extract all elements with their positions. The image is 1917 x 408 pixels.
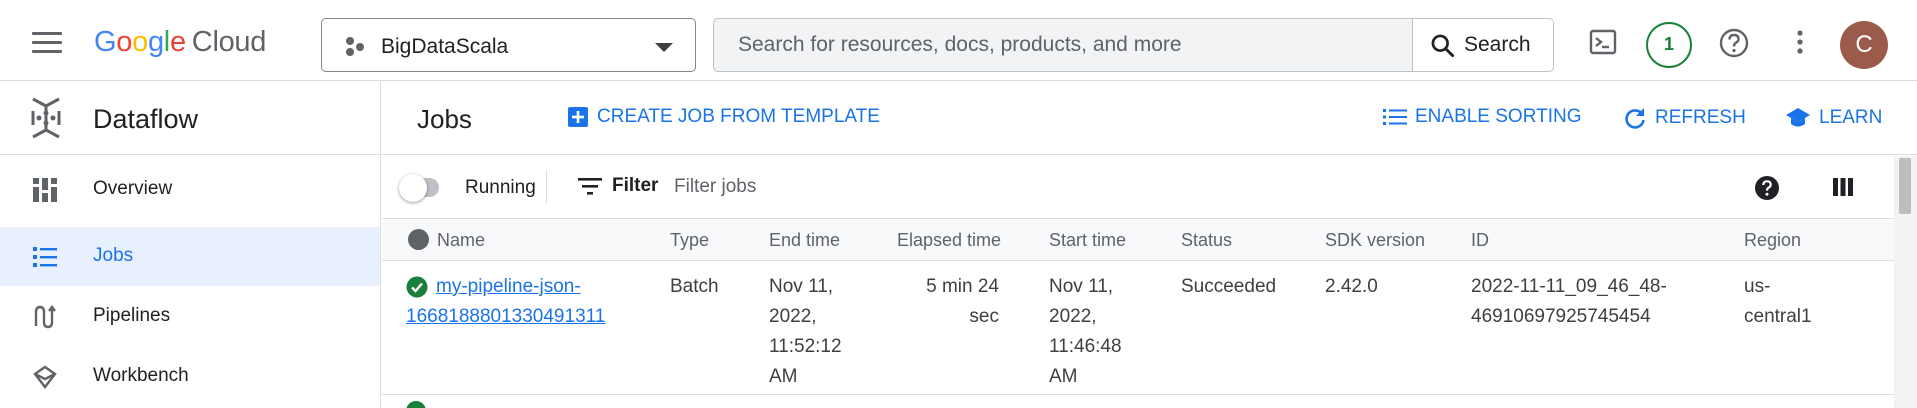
status-column-icon [408,229,429,250]
job-end-time: Nov 11, 2022, 11:52:12 AM [769,276,842,387]
vertical-scrollbar[interactable] [1894,156,1917,408]
scrollbar-thumb[interactable] [1899,158,1911,214]
job-type: Batch [670,276,719,297]
search-input[interactable] [714,19,1412,71]
more-vert-icon[interactable] [1790,27,1810,57]
create-job-button[interactable]: CREATE JOB FROM TEMPLATE [567,106,880,128]
column-header-type[interactable]: Type [670,230,709,251]
top-bar: GoogleCloud BigDataScala Search 1 [0,0,1917,81]
search-icon [1431,34,1455,57]
filter-icon [578,178,602,195]
column-header-start-time[interactable]: Start time [1049,230,1126,251]
refresh-button[interactable]: REFRESH [1623,106,1746,130]
search-bar: Search [713,18,1554,72]
project-icon [346,37,364,56]
job-elapsed-time: 5 min 24 sec [926,276,999,327]
job-region: us- central1 [1744,276,1812,327]
cloud-shell-icon[interactable] [1588,27,1618,57]
refresh-icon [1625,108,1645,129]
column-header-status[interactable]: Status [1181,230,1232,251]
running-label: Running [465,177,536,198]
column-header-end-time[interactable]: End time [769,230,840,251]
sidebar-item-label: Jobs [93,245,134,266]
sidebar-item-pipelines[interactable]: Pipelines [0,287,380,346]
project-picker[interactable]: BigDataScala [321,18,696,72]
job-id: 2022-11-11_09_46_48- 46910697925745454 [1471,276,1667,327]
job-status: Succeeded [1181,276,1277,297]
page-header: Jobs CREATE JOB FROM TEMPLATE ENABLE SOR… [382,82,1917,155]
sidebar-item-workbench[interactable]: Workbench [0,347,380,406]
enable-sorting-button[interactable]: ENABLE SORTING [1383,106,1581,128]
add-box-icon [568,107,588,127]
running-toggle[interactable] [399,174,439,202]
help-icon[interactable] [1718,27,1750,59]
sidebar-header: Dataflow [0,82,380,155]
divider [546,170,547,204]
workbench-icon [33,365,57,389]
page-title: Jobs [417,104,472,134]
main-menu-icon[interactable] [32,32,62,54]
sidebar-item-label: Overview [93,178,173,199]
overview-icon [33,178,57,202]
google-cloud-logo[interactable]: Google Cloud [94,26,266,59]
sidebar-item-jobs[interactable]: Jobs [0,227,380,286]
job-start-time: Nov 11, 2022, 11:46:48 AM [1049,276,1122,387]
account-avatar[interactable]: C [1840,21,1888,69]
learn-button[interactable]: LEARN [1785,106,1882,130]
help-circle-icon[interactable] [1754,175,1780,201]
project-name: BigDataScala [381,35,509,58]
column-header-sdk-version[interactable]: SDK version [1325,230,1425,251]
chevron-down-icon [655,43,673,52]
column-header-name[interactable]: Name [437,230,485,251]
column-header-id[interactable]: ID [1471,230,1489,251]
sidebar-item-label: Pipelines [93,305,171,326]
search-button[interactable]: Search [1412,19,1553,71]
sidebar-item-overview[interactable]: Overview [0,160,380,219]
list-icon [33,247,57,267]
sort-list-icon [1383,109,1407,125]
dataflow-product-icon [31,97,61,139]
sidebar: Dataflow Overview Jobs Pipelines Workben… [0,82,381,408]
sidebar-item-label: Workbench [93,365,189,386]
filter-jobs-input[interactable] [674,170,1274,204]
pipelines-icon [34,305,56,329]
next-row-status-icon [406,401,426,408]
school-icon [1786,108,1810,127]
column-header-region[interactable]: Region [1744,230,1801,251]
job-sdk-version: 2.42.0 [1325,276,1378,297]
column-header-elapsed-time[interactable]: Elapsed time [897,230,1001,251]
job-name-link[interactable]: my-pipeline-json- 1668188801330491311 [406,272,605,332]
notifications-badge[interactable]: 1 [1646,22,1692,68]
column-display-icon[interactable] [1832,177,1854,197]
table-row: my-pipeline-json- 1668188801330491311 Ba… [382,262,1894,395]
product-title: Dataflow [93,104,199,134]
filter-button[interactable]: Filter [578,175,658,197]
table-header: Name Type End time Elapsed time Start ti… [382,220,1894,261]
jobs-toolbar: Running Filter [382,156,1894,219]
